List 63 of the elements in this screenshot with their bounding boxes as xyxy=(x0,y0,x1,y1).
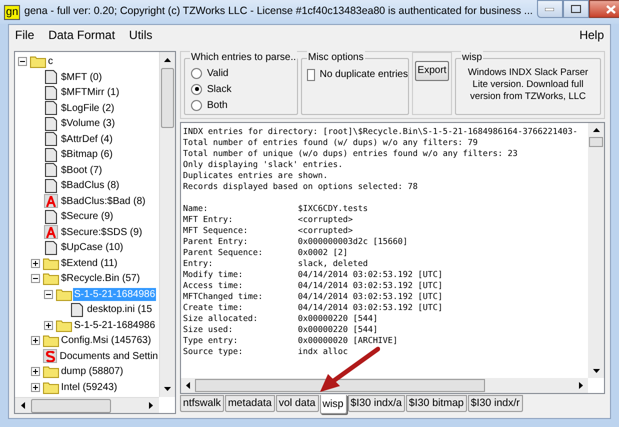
output-line: Type entry: 0x00000020 [ARCHIVE] xyxy=(183,335,399,346)
tree-item[interactable]: $MFTMirr (1) xyxy=(60,86,120,100)
tab[interactable]: $I30 indx/r xyxy=(468,395,523,412)
tree-item[interactable]: S-1-5-21-1684986 xyxy=(73,318,156,332)
output-line: Access time: 04/14/2014 03:02:53.192 [UTC] xyxy=(183,280,444,291)
checkbox-label: No duplicate entries xyxy=(320,68,408,82)
output-line: Duplicates entries are shown. xyxy=(183,170,329,181)
tab[interactable]: $I30 bitmap xyxy=(406,395,467,412)
radio-label: Both xyxy=(207,98,228,112)
tree-item[interactable]: $Bitmap (6) xyxy=(60,148,114,162)
output-line: Total number of entries found (w/ dups) w/o any filters: 79 xyxy=(183,137,479,148)
tree-item[interactable]: $Extend (11) xyxy=(60,256,119,270)
tree-item[interactable]: Intel (59243) xyxy=(60,380,118,394)
app-icon: gn xyxy=(4,4,20,20)
output-line: Name: $IXC6CDY.tests xyxy=(183,203,369,214)
description-text: Windows INDX Slack Parser Lite version. Download full version from TZWorks, LLC xyxy=(466,67,590,103)
output-line: MFT Entry: <corrupted> xyxy=(183,214,354,225)
menu-item[interactable]: Help xyxy=(579,26,604,44)
tree-item[interactable]: $Secure (9) xyxy=(60,210,114,224)
menu-item[interactable]: Utils xyxy=(129,26,152,44)
tree-item[interactable]: $Secure:$SDS (9) xyxy=(60,226,144,239)
output-line: MFTChanged time: 04/14/2014 03:02:53.192 [UTC] xyxy=(183,291,444,302)
output-line: Records displayed based on options selected: 78 xyxy=(183,181,419,192)
output-line: Create time: 04/14/2014 03:02:53.192 [UTC] xyxy=(183,302,444,313)
radio-label: Valid xyxy=(207,66,228,80)
tree-item[interactable]: $LogFile (2) xyxy=(60,102,116,115)
tree-item[interactable]: desktop.ini (15 xyxy=(86,303,154,316)
export-button[interactable]: Export xyxy=(415,60,449,80)
window-title: gena - full ver: 0.20; Copyright (c) TZWorks LLC - License #1cf40c13483ea80 is authenticated for business ... xyxy=(24,4,533,20)
menu-item[interactable]: Data Format xyxy=(48,26,116,44)
output-line: Only displaying 'slack' entries. xyxy=(183,159,344,170)
tab[interactable]: wisp xyxy=(320,395,347,414)
tree-item[interactable]: $Recycle.Bin (57) xyxy=(60,272,141,286)
tree-item[interactable]: $UpCase (10) xyxy=(60,241,124,254)
group-title: Which entries to parse.. xyxy=(190,51,298,65)
tree-item[interactable]: $BadClus (8) xyxy=(60,179,120,192)
tree-item[interactable]: $MFT (0) xyxy=(60,70,103,84)
output-line: Parent Sequence: 0x0002 [2] xyxy=(183,247,349,258)
output-line: MFT Sequence: <corrupted> xyxy=(183,225,354,236)
group-title: Misc options xyxy=(307,51,365,65)
tab[interactable]: metadata xyxy=(224,395,275,412)
tree-item[interactable]: dump (58807) xyxy=(60,365,124,378)
output-line: Size used: 0x00000220 [544] xyxy=(183,324,379,335)
tree-item[interactable]: $BadClus:$Bad (8) xyxy=(60,194,146,208)
tree-item[interactable]: $Volume (3) xyxy=(60,117,116,130)
output-line: Source type: indx alloc xyxy=(183,346,349,357)
tab[interactable]: vol data xyxy=(276,395,318,412)
output-line: Total number of unique (w/o dups) entries found w/o any filters: 23 xyxy=(183,148,519,159)
output-line: INDX entries for directory: [root]\$Recycle.Bin\S-1-5-21-1684986164-3766221403- xyxy=(183,126,579,137)
tree-item[interactable]: Config.Msi (145763) xyxy=(60,334,152,348)
tree-item[interactable]: $Boot (7) xyxy=(60,164,104,177)
tree-item[interactable]: c xyxy=(47,55,54,68)
radio-label: Slack xyxy=(207,82,232,96)
output-line: Parent Entry: 0x000000003d2c [15660] xyxy=(183,236,409,247)
tree-item[interactable]: Documents and Settin xyxy=(58,350,159,363)
tab[interactable]: $I30 indx/a xyxy=(348,395,405,412)
menu-item[interactable]: File xyxy=(15,26,34,44)
output-line: Modify time: 04/14/2014 03:02:53.192 [UTC] xyxy=(183,269,444,280)
output-line: Entry: slack, deleted xyxy=(183,258,369,269)
tree-item[interactable]: $AttrDef (4) xyxy=(60,132,114,146)
tab[interactable]: ntfswalk xyxy=(180,395,224,412)
group-title: wisp xyxy=(461,51,484,65)
output-line: Size allocated: 0x00000220 [544] xyxy=(183,313,379,324)
